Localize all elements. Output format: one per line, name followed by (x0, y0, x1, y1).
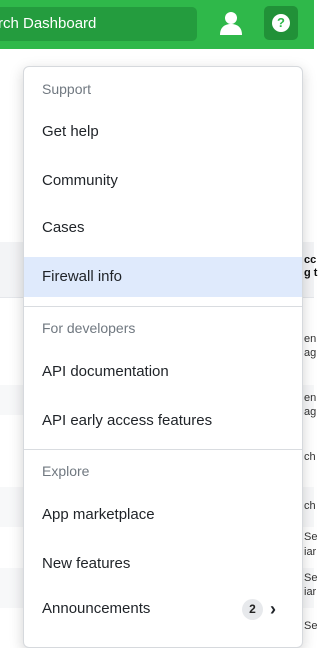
question-icon: ? (272, 14, 290, 32)
table-cell: ch (304, 500, 316, 512)
menu-item-cases[interactable]: Cases (24, 208, 302, 248)
menu-item-announcements-label: Announcements (42, 600, 151, 617)
menu-item-api-early-access[interactable]: API early access features (24, 401, 302, 441)
table-cell: Se (304, 572, 318, 584)
table-cell: en (304, 392, 317, 404)
menu-item-get-help[interactable]: Get help (24, 112, 302, 152)
table-cell: Se (304, 620, 318, 632)
menu-item-api-documentation[interactable]: API documentation (24, 352, 302, 392)
table-cell: iar (304, 586, 317, 598)
search-field[interactable]: rch Dashboard (0, 7, 197, 41)
menu-divider (24, 449, 302, 450)
user-icon-graphic (220, 12, 242, 35)
menu-item-app-marketplace[interactable]: App marketplace (24, 495, 302, 535)
section-label-for-developers: For developers (42, 320, 136, 336)
help-dropdown-menu: Support Get help Community Cases Firewal… (23, 66, 303, 648)
menu-divider (24, 306, 302, 307)
table-cell: ag (304, 406, 317, 418)
menu-item-new-features[interactable]: New features (24, 544, 302, 584)
announcements-count-badge: 2 (242, 599, 263, 620)
table-cell: en (304, 333, 317, 345)
search-field-text: rch Dashboard (0, 15, 97, 32)
section-label-support: Support (42, 81, 92, 97)
user-icon[interactable] (218, 10, 244, 36)
menu-item-community[interactable]: Community (24, 161, 302, 201)
table-header-text: g t (304, 267, 318, 279)
table-cell: iar (304, 546, 317, 558)
table-header-text: cc (304, 254, 317, 266)
top-navigation-bar: rch Dashboard ? (0, 0, 314, 49)
table-cell: Se (304, 531, 318, 543)
table-cell: ch (304, 451, 316, 463)
help-button[interactable]: ? (264, 6, 298, 40)
section-label-explore: Explore (42, 463, 90, 479)
menu-item-firewall-info[interactable]: Firewall info (24, 257, 302, 297)
chevron-right-icon: › (270, 599, 276, 619)
menu-item-announcements[interactable]: Announcements 2 › (24, 589, 302, 629)
table-cell: ag (304, 347, 317, 359)
